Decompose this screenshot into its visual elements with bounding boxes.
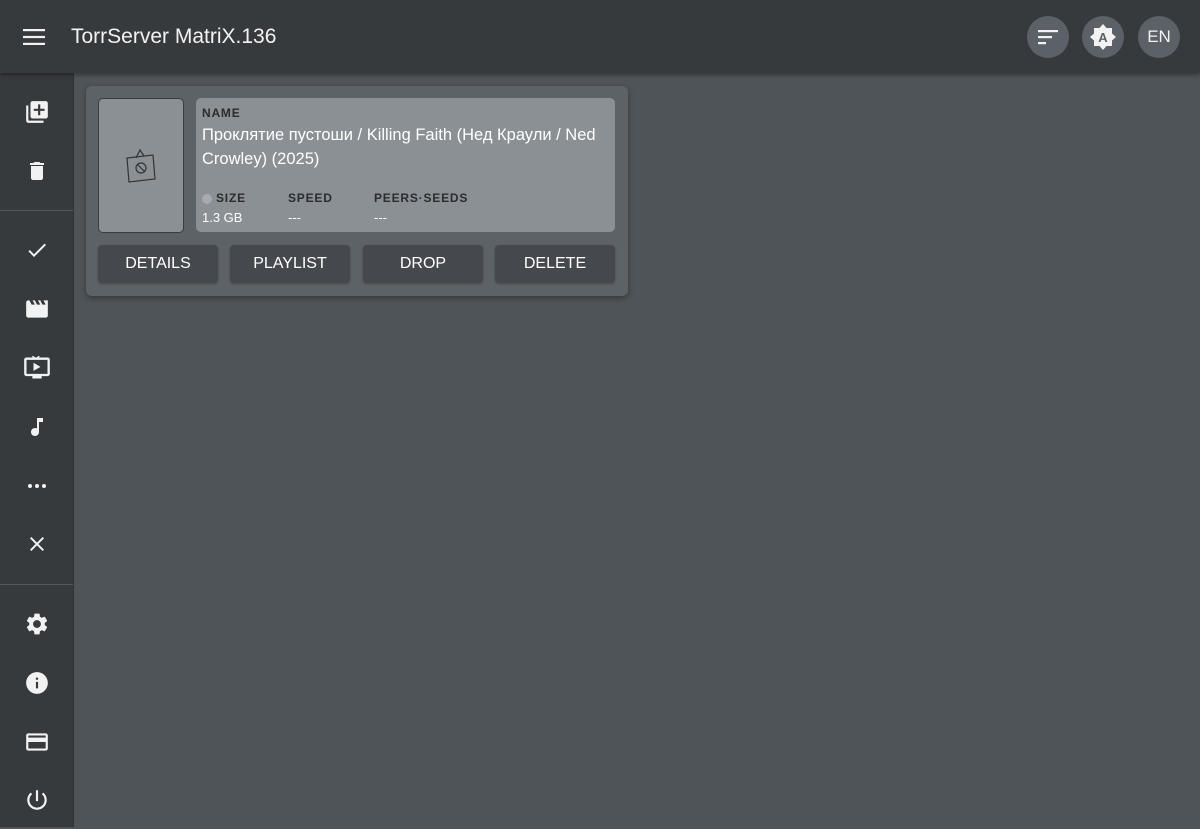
- sidebar-item-filter-other[interactable]: [0, 457, 73, 515]
- gear-icon: [26, 613, 47, 635]
- torrent-card: NAME Проклятие пустоши / Killing Faith (…: [86, 86, 628, 296]
- peers-value: ---: [374, 210, 387, 225]
- add-library-icon: [25, 101, 48, 123]
- torrent-info-panel: NAME Проклятие пустоши / Killing Faith (…: [196, 98, 615, 232]
- sidebar: [0, 73, 74, 827]
- card-icon: [25, 733, 48, 751]
- sidebar-item-donate[interactable]: [0, 713, 73, 771]
- size-label: SIZE: [216, 191, 246, 205]
- torrent-name: Проклятие пустоши / Killing Faith (Нед К…: [202, 126, 596, 168]
- no-poster-icon: [126, 148, 156, 183]
- sidebar-item-close-torrents[interactable]: [0, 515, 73, 573]
- sidebar-item-about[interactable]: [0, 654, 73, 712]
- drop-button[interactable]: DROP: [363, 245, 483, 283]
- sidebar-divider: [0, 584, 73, 585]
- speed-label: SPEED: [288, 191, 333, 205]
- more-icon: [27, 484, 46, 488]
- details-button[interactable]: DETAILS: [98, 245, 218, 283]
- menu-button[interactable]: [14, 17, 54, 57]
- sort-icon: [1038, 30, 1058, 45]
- svg-text:A: A: [1098, 30, 1108, 45]
- sort-button[interactable]: [1027, 16, 1069, 58]
- sidebar-item-filter-movies[interactable]: [0, 280, 73, 338]
- menu-icon: [23, 29, 45, 45]
- language-button[interactable]: EN: [1138, 16, 1180, 58]
- sidebar-item-settings[interactable]: [0, 595, 73, 653]
- movie-icon: [25, 300, 48, 318]
- app-bar: TorrServer MatriX.136 A EN: [0, 0, 1200, 73]
- name-label: NAME: [202, 106, 241, 120]
- peers-label: PEERS·SEEDS: [374, 191, 469, 205]
- torrent-poster[interactable]: [98, 98, 184, 233]
- power-icon: [26, 790, 47, 810]
- sidebar-item-filter-music[interactable]: [0, 398, 73, 456]
- status-indicator: [202, 194, 212, 204]
- sidebar-item-filter-all[interactable]: [0, 221, 73, 279]
- music-icon: [30, 418, 43, 436]
- speed-value: ---: [288, 210, 301, 225]
- sidebar-item-add-torrent[interactable]: [0, 83, 73, 141]
- check-icon: [27, 243, 46, 257]
- info-icon: [25, 672, 48, 694]
- sidebar-item-shutdown[interactable]: [0, 771, 73, 829]
- app-title: TorrServer MatriX.136: [71, 25, 277, 48]
- delete-button[interactable]: DELETE: [495, 245, 615, 283]
- size-value: 1.3 GB: [202, 210, 243, 225]
- tv-icon: [23, 355, 50, 379]
- brightness-auto-icon: A: [1090, 24, 1116, 50]
- sidebar-item-remove-all[interactable]: [0, 142, 73, 200]
- sidebar-divider: [0, 210, 73, 211]
- close-icon: [29, 537, 44, 551]
- sidebar-item-filter-series[interactable]: [0, 339, 73, 397]
- theme-button[interactable]: A: [1082, 16, 1124, 58]
- playlist-button[interactable]: PLAYLIST: [230, 245, 350, 283]
- trash-icon: [29, 162, 44, 180]
